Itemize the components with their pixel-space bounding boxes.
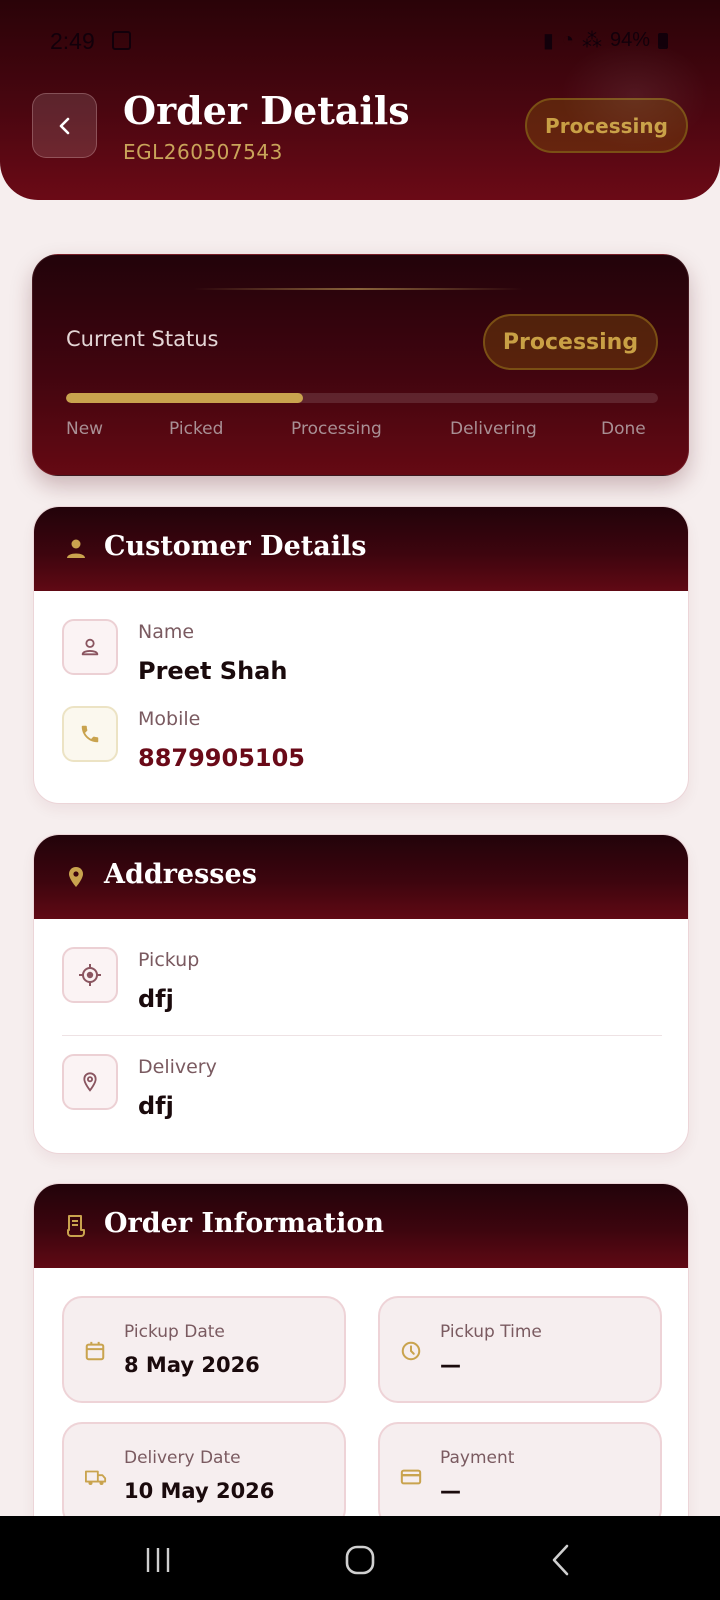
wifi-icon: ◔: [561, 29, 574, 51]
truck-icon: [84, 1470, 107, 1485]
status-bar: 2:49 ▮ ◔ ⁂ 94%: [0, 28, 720, 58]
gallery-notification-icon: [112, 31, 131, 50]
order-information-title: Order Information: [104, 1208, 384, 1239]
step-picked: Picked: [169, 419, 224, 439]
back-nav-icon[interactable]: [542, 1540, 582, 1580]
pickup-address: dfj: [138, 985, 174, 1013]
location-pin-icon: [69, 867, 83, 887]
pickup-time-label: Pickup Time: [440, 1322, 542, 1342]
payment-tile: Payment —: [378, 1422, 662, 1529]
status-card: Current Status Processing New Picked Pro…: [32, 254, 689, 476]
delivery-date-value: 10 May 2026: [124, 1479, 275, 1503]
pickup-label: Pickup: [138, 949, 200, 971]
customer-details-title: Customer Details: [104, 531, 367, 562]
calendar-icon: [85, 1341, 105, 1361]
addresses-card: Addresses Pickup dfj Delivery dfj: [33, 834, 689, 1154]
progress-steps: New Picked Processing Delivering Done: [66, 419, 658, 443]
home-icon[interactable]: [340, 1540, 380, 1580]
customer-name: Preet Shah: [138, 657, 288, 685]
receipt-icon: [67, 1215, 85, 1237]
location-outline-icon: [83, 1072, 97, 1092]
chevron-left-icon: [59, 117, 69, 134]
delivery-date-tile: Delivery Date 10 May 2026: [62, 1422, 346, 1529]
crosshair-icon: [79, 964, 101, 986]
system-navigation-bar: [0, 1516, 720, 1600]
name-label: Name: [138, 621, 195, 643]
payment-value: —: [440, 1479, 461, 1503]
step-new: New: [66, 419, 104, 439]
order-information-header: Order Information: [34, 1184, 688, 1268]
delivery-label: Delivery: [138, 1056, 217, 1078]
name-icon-box: [62, 619, 118, 675]
user-outline-icon: [81, 638, 99, 656]
battery-percent: 94%: [609, 29, 650, 51]
customer-details-card: Customer Details Name Preet Shah Mobile …: [33, 506, 689, 804]
battery-icon: [658, 32, 668, 49]
pickup-time-value: —: [440, 1353, 461, 1377]
pickup-date-value: 8 May 2026: [124, 1353, 260, 1377]
pickup-address-row: Pickup dfj: [62, 947, 662, 1027]
addresses-header: Addresses: [34, 835, 688, 919]
mobile-icon-box: [62, 706, 118, 762]
network-icon: ⁂: [581, 30, 602, 52]
order-id: EGL260507543: [123, 140, 283, 164]
customer-name-row: Name Preet Shah: [62, 619, 662, 699]
step-delivering: Delivering: [450, 419, 537, 439]
progress-track: [66, 393, 658, 403]
progress-fill: [66, 393, 303, 403]
step-done: Done: [601, 419, 646, 439]
mobile-label: Mobile: [138, 708, 201, 730]
delivery-address: dfj: [138, 1092, 174, 1120]
pickup-time-tile: Pickup Time —: [378, 1296, 662, 1403]
status-badge: Processing: [525, 98, 688, 153]
delivery-icon-box: [62, 1054, 118, 1110]
signal-icon: ▮: [542, 30, 554, 52]
delivery-date-label: Delivery Date: [124, 1448, 241, 1468]
app-header: 2:49 ▮ ◔ ⁂ 94% Order Details EGL26050754…: [0, 0, 720, 200]
status-time: 2:49: [50, 28, 95, 54]
pickup-icon-box: [62, 947, 118, 1003]
status-icons: ▮ ◔ ⁂ 94%: [543, 28, 668, 53]
back-button[interactable]: [32, 93, 97, 158]
credit-card-icon: [400, 1469, 422, 1485]
page-title: Order Details: [123, 88, 410, 133]
pickup-date-tile: Pickup Date 8 May 2026: [62, 1296, 346, 1403]
customer-mobile[interactable]: 8879905105: [138, 744, 305, 772]
current-status-badge: Processing: [483, 314, 658, 370]
phone-icon: [81, 725, 99, 743]
step-processing: Processing: [291, 419, 382, 439]
clock-icon: [401, 1341, 421, 1361]
current-status-label: Current Status: [66, 327, 219, 351]
addresses-title: Addresses: [104, 859, 257, 890]
order-information-card: Order Information Pickup Date 8 May 2026…: [33, 1183, 689, 1563]
decorative-line: [193, 288, 523, 290]
recent-apps-icon[interactable]: [138, 1540, 178, 1580]
delivery-address-row: Delivery dfj: [62, 1054, 662, 1134]
payment-label: Payment: [440, 1448, 515, 1468]
customer-mobile-row[interactable]: Mobile 8879905105: [62, 706, 662, 786]
divider: [62, 1035, 662, 1036]
customer-details-header: Customer Details: [34, 507, 688, 591]
pickup-date-label: Pickup Date: [124, 1322, 225, 1342]
person-icon: [67, 539, 85, 558]
